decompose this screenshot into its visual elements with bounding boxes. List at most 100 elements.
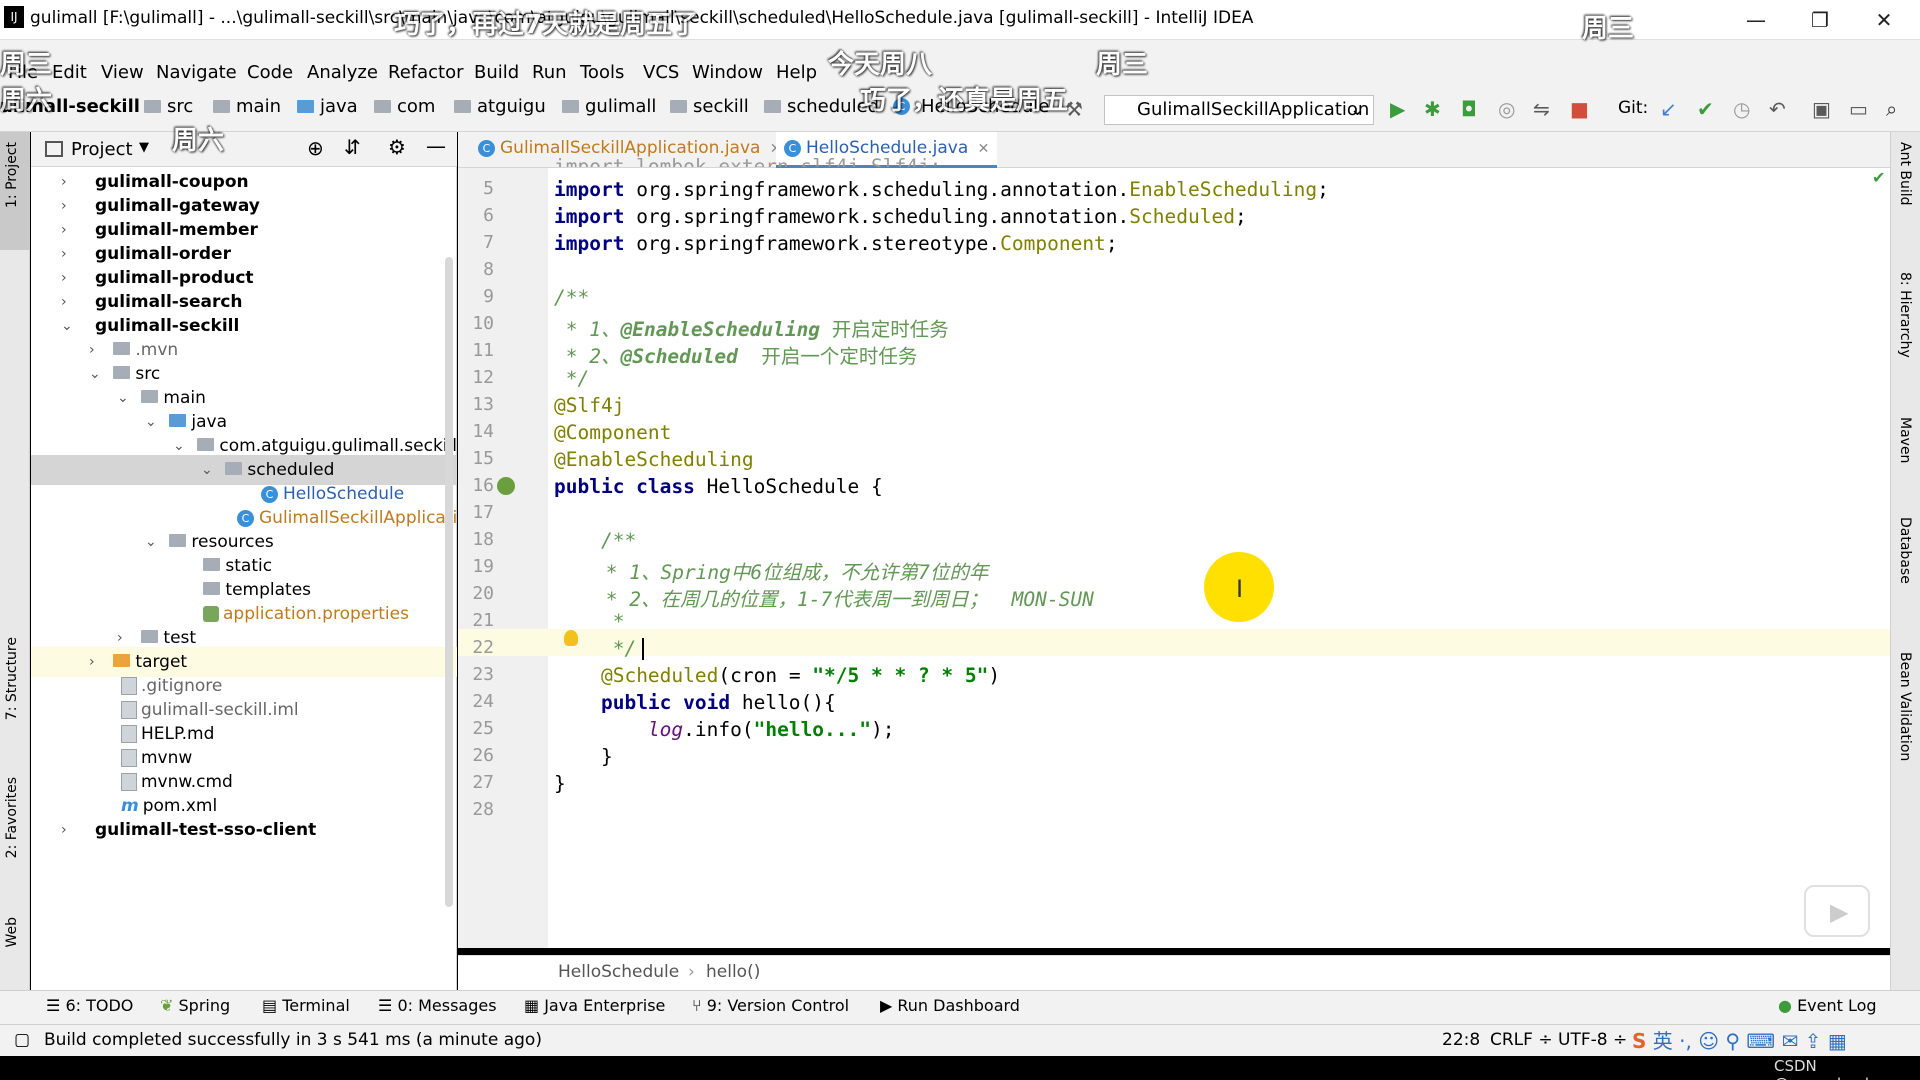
event-log-tool-button[interactable]: ● Event Log <box>1778 996 1877 1015</box>
nav-crumb-gulimall[interactable]: gulimall <box>562 96 656 117</box>
status-panel-icon[interactable]: ▢ <box>14 1030 30 1050</box>
menu-code[interactable]: Code <box>247 62 293 83</box>
project-structure-icon[interactable]: ▣ <box>1812 97 1831 121</box>
menu-view[interactable]: View <box>101 62 144 83</box>
event-log-icon: ● <box>1778 996 1792 1015</box>
ime-toolbar: S 英 ·, ☺ ⚲ ⌨ ✉ ⇪ ▦ <box>1632 1029 1847 1053</box>
nav-crumb-java[interactable]: java <box>297 96 358 117</box>
terminal-tool-button[interactable]: ▤ Terminal <box>262 996 350 1015</box>
nav-crumb-atguigu[interactable]: atguigu <box>454 96 546 117</box>
settings-gear-icon[interactable]: ⚙ <box>388 135 406 159</box>
close-tab-icon[interactable]: ✕ <box>978 141 990 157</box>
debug-icon[interactable]: ✱ <box>1424 97 1441 121</box>
ant-build-tool-label[interactable]: Ant Build <box>1897 142 1913 206</box>
breadcrumb-class[interactable]: HelloSchedule <box>558 962 679 982</box>
video-play-button[interactable]: ▶ <box>1804 885 1870 937</box>
menu-window[interactable]: Window <box>692 62 763 83</box>
line-number: 17 <box>472 502 494 523</box>
menu-tools[interactable]: Tools <box>580 62 624 83</box>
menu-navigate[interactable]: Navigate <box>156 62 237 83</box>
hide-panel-icon[interactable]: — <box>426 134 446 158</box>
dropdown-arrow-icon[interactable]: ▼ <box>139 140 149 155</box>
line-separator-select[interactable]: CRLF ÷ <box>1490 1030 1553 1050</box>
locate-icon[interactable]: ⊕ <box>307 136 324 160</box>
profile-icon[interactable]: ◎ <box>1498 97 1515 121</box>
tool-window-bar: ☰ 6: TODO ❦ Spring ▤ Terminal ☰ 0: Messa… <box>0 990 1920 1024</box>
menu-edit[interactable]: Edit <box>52 62 87 83</box>
line-number: 27 <box>472 772 494 793</box>
code-line: import org.springframework.scheduling.an… <box>554 178 1329 201</box>
project-tool-label: 1: Project <box>4 142 20 208</box>
git-update-icon[interactable]: ↙ <box>1660 97 1677 121</box>
project-view-select[interactable]: Project <box>71 139 133 160</box>
close-button[interactable]: ✕ <box>1853 0 1915 40</box>
git-commit-icon[interactable]: ✔ <box>1697 97 1714 121</box>
menu-build[interactable]: Build <box>474 62 519 83</box>
spring-bean-gutter-icon[interactable] <box>497 477 515 495</box>
nav-crumb-src[interactable]: src <box>144 96 193 117</box>
caret-position[interactable]: 22:8 <box>1442 1030 1480 1050</box>
messages-tool-button[interactable]: ☰ 0: Messages <box>378 996 497 1015</box>
folder-icon <box>225 462 242 475</box>
project-tree: › gulimall-coupon › gulimall-gateway › guli… <box>31 167 457 990</box>
java-enterprise-tool-button[interactable]: ▦ Java Enterprise <box>524 996 665 1015</box>
code-line: import org.springframework.scheduling.an… <box>554 205 1247 228</box>
restore-button[interactable]: ❐ <box>1789 0 1851 40</box>
git-rollback-icon[interactable]: ↶ <box>1769 97 1786 121</box>
stop-icon[interactable]: ■ <box>1570 97 1589 121</box>
class-icon: C <box>784 139 801 157</box>
menu-run[interactable]: Run <box>532 62 567 83</box>
code-line: @Component <box>554 421 672 444</box>
collapse-all-icon[interactable]: ⇵ <box>344 135 361 159</box>
update-app-icon[interactable]: ⇋ <box>1533 97 1550 121</box>
web-tool-label[interactable]: Web <box>4 917 20 948</box>
code-line: * 1、@EnableScheduling 开启定时任务 <box>554 318 949 341</box>
code-line: /** <box>554 286 590 309</box>
line-number: 23 <box>472 664 494 685</box>
nav-crumb-seckill[interactable]: seckill <box>670 96 749 117</box>
search-icon[interactable]: ⌕ <box>1886 97 1897 121</box>
properties-file-icon <box>203 606 219 622</box>
spring-class-icon: C <box>237 509 254 527</box>
menu-help[interactable]: Help <box>776 62 817 83</box>
nav-crumb-com[interactable]: com <box>374 96 435 117</box>
git-history-icon[interactable]: ◷ <box>1733 97 1750 121</box>
bean-validation-tool-label[interactable]: Bean Validation <box>1897 652 1913 761</box>
left-tool-strip: 1: Project 7: Structure 2: Favorites Web <box>0 132 30 1012</box>
run-dashboard-tool-button[interactable]: ▶ Run Dashboard <box>880 996 1020 1015</box>
coverage-icon[interactable]: ◘ <box>1461 97 1477 121</box>
menu-refactor[interactable]: Refactor <box>388 62 464 83</box>
breadcrumb-method[interactable]: hello() <box>706 962 760 982</box>
line-number: 25 <box>472 718 494 739</box>
line-number: 21 <box>472 610 494 631</box>
run-configuration-select[interactable]: GulimallSeckillApplication ⌄ <box>1104 95 1374 125</box>
danmu-comment: 周三 <box>1582 14 1635 44</box>
maven-tool-label[interactable]: Maven <box>1897 417 1913 463</box>
file-icon <box>121 773 137 791</box>
code-line: * 2、在周几的位置，1-7代表周一到周日； MON-SUN <box>594 588 1094 611</box>
hierarchy-tool-label[interactable]: 8: Hierarchy <box>1897 272 1913 358</box>
scrollbar[interactable] <box>445 257 453 907</box>
sogou-ime-icon[interactable]: S <box>1632 1029 1646 1053</box>
database-tool-label[interactable]: Database <box>1897 517 1913 584</box>
text-caret <box>642 638 644 660</box>
encoding-select[interactable]: UTF-8 ÷ <box>1558 1030 1627 1050</box>
nav-crumb-main[interactable]: main <box>213 96 281 117</box>
menu-bar: File Edit View Navigate Code Analyze Ref… <box>0 40 1920 84</box>
play-icon: ▶ <box>1830 898 1849 926</box>
todo-tool-button[interactable]: ☰ 6: TODO <box>46 996 133 1015</box>
menu-analyze[interactable]: Analyze <box>307 62 378 83</box>
minimize-button[interactable]: — <box>1725 0 1787 40</box>
code-line: @Slf4j <box>554 394 625 417</box>
run-icon[interactable]: ▶ <box>1390 97 1405 121</box>
menu-vcs[interactable]: VCS <box>643 62 679 83</box>
code-line: public class HelloSchedule { <box>554 475 883 498</box>
danmu-comment: 巧了，再过7天就是周五了 <box>394 10 699 40</box>
favorites-tool-label[interactable]: 2: Favorites <box>4 777 20 858</box>
line-number: 7 <box>483 232 494 253</box>
spring-tool-button[interactable]: ❦ Spring <box>160 996 230 1015</box>
structure-tool-label[interactable]: 7: Structure <box>4 637 20 720</box>
version-control-tool-button[interactable]: ⑂ 9: Version Control <box>692 996 849 1015</box>
tree-item[interactable]: › gulimall-test-sso-client <box>31 815 457 845</box>
presentation-icon[interactable]: ▭ <box>1849 97 1868 121</box>
